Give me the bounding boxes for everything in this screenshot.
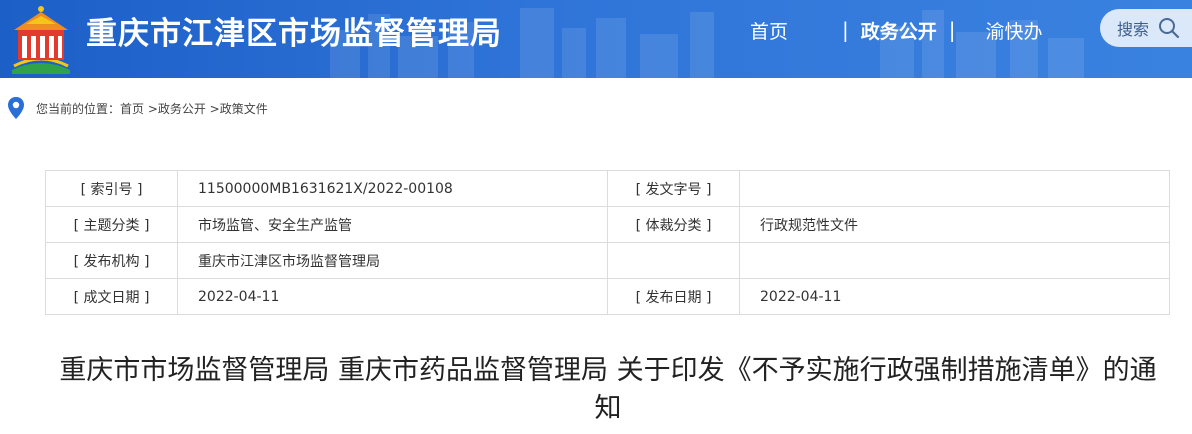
info-value: 2022-04-11 — [739, 278, 1170, 315]
info-key: [ 发布机构 ] — [45, 242, 178, 279]
document-title: 重庆市市场监督管理局 重庆市药品监督管理局 关于印发《不予实施行政强制措施清单》… — [59, 355, 1157, 424]
main-nav: 首页 | 政务公开 | 渝快办 — [726, 10, 1043, 50]
table-row: [ 主题分类 ] 市场监管、安全生产监管 [ 体裁分类 ] 行政规范性文件 — [45, 206, 1170, 243]
location-pin-icon — [8, 97, 24, 119]
nav-home[interactable]: 首页 — [750, 17, 788, 44]
info-value: 2022-04-11 — [177, 278, 608, 315]
info-value: 市场监管、安全生产监管 — [177, 206, 608, 243]
info-value — [739, 242, 1170, 279]
document-info-table: [ 索引号 ] 11500000MB1631621X/2022-00108 [ … — [45, 170, 1170, 315]
info-key: [ 索引号 ] — [45, 170, 178, 207]
search-label: 搜索 — [1117, 20, 1150, 39]
info-key — [607, 242, 740, 279]
table-row: [ 发布机构 ] 重庆市江津区市场监督管理局 — [45, 242, 1170, 279]
info-value: 行政规范性文件 — [739, 206, 1170, 243]
site-logo-icon — [12, 6, 70, 74]
info-key: [ 发布日期 ] — [607, 278, 740, 315]
info-value — [739, 170, 1170, 207]
site-title[interactable]: 重庆市江津区市场监督管理局 — [86, 12, 502, 56]
site-header: 重庆市江津区市场监督管理局 首页 | 政务公开 | 渝快办 搜索 — [0, 0, 1192, 78]
nav-gov-affairs[interactable]: 政务公开 — [861, 17, 937, 44]
info-key: [ 成文日期 ] — [45, 278, 178, 315]
info-key: [ 发文字号 ] — [607, 170, 740, 207]
breadcrumb-text[interactable]: 您当前的位置：首页 >政务公开 >政策文件 — [36, 100, 268, 117]
nav-separator: | — [842, 18, 849, 42]
table-row: [ 成文日期 ] 2022-04-11 [ 发布日期 ] 2022-04-11 — [45, 278, 1170, 315]
breadcrumb: 您当前的位置：首页 >政务公开 >政策文件 — [6, 96, 268, 120]
search-button[interactable]: 搜索 — [1100, 9, 1192, 47]
info-value: 重庆市江津区市场监督管理局 — [177, 242, 608, 279]
search-icon[interactable] — [1158, 17, 1180, 39]
info-key: [ 体裁分类 ] — [607, 206, 740, 243]
table-row: [ 索引号 ] 11500000MB1631621X/2022-00108 [ … — [45, 170, 1170, 207]
info-value: 11500000MB1631621X/2022-00108 — [177, 170, 608, 207]
nav-yukuaiban[interactable]: 渝快办 — [986, 17, 1043, 44]
nav-separator: | — [948, 18, 956, 42]
info-key: [ 主题分类 ] — [45, 206, 178, 243]
